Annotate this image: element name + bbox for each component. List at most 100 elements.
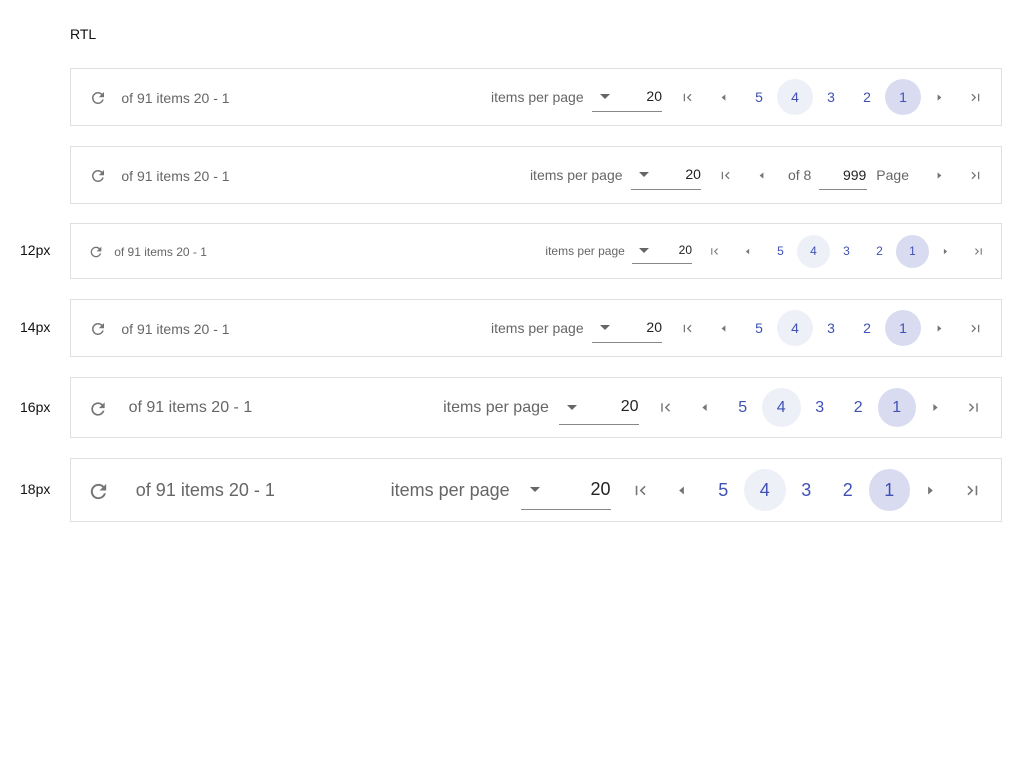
last-page-button[interactable]: [962, 235, 995, 268]
items-per-page-value: 20: [646, 88, 662, 105]
prev-page-button[interactable]: [705, 310, 741, 346]
next-page-icon: [921, 481, 940, 500]
next-page-icon: [932, 168, 947, 183]
first-page-icon: [631, 481, 650, 500]
page-button-2[interactable]: 2: [849, 79, 885, 115]
last-page-button[interactable]: [957, 310, 993, 346]
refresh-button[interactable]: [87, 480, 109, 502]
refresh-button[interactable]: [87, 165, 109, 187]
items-summary: of 91 items 20 - 1: [128, 398, 253, 416]
page-button-1[interactable]: 1: [896, 234, 929, 268]
last-page-button[interactable]: [957, 157, 993, 193]
page-button-5[interactable]: 5: [741, 79, 777, 115]
refresh-icon: [88, 244, 104, 260]
refresh-icon: [88, 399, 108, 419]
page-button-3[interactable]: 3: [830, 235, 863, 268]
paginator: of 91 items 20 - 1 items per page 20 of 8 99…: [70, 146, 1002, 204]
page-button-5[interactable]: 5: [724, 388, 763, 427]
page-button-2[interactable]: 2: [827, 469, 869, 511]
next-page-button[interactable]: [910, 469, 952, 511]
page-button-4[interactable]: 4: [762, 388, 801, 427]
items-per-page-label: items per page: [443, 398, 549, 416]
last-page-button[interactable]: [955, 388, 994, 427]
prev-page-button[interactable]: [685, 388, 724, 427]
chevron-down-icon: [599, 93, 610, 99]
first-page-icon: [680, 321, 695, 336]
page-button-3[interactable]: 3: [786, 469, 828, 511]
pager-controls: items per page 20 of 8 999 Page: [530, 147, 1001, 203]
next-page-button[interactable]: [921, 157, 957, 193]
last-page-button[interactable]: [952, 469, 994, 511]
items-per-page-value: 20: [685, 166, 701, 183]
refresh-icon: [89, 320, 107, 338]
pager-controls: items per page 20 5 4 3 2 1: [443, 378, 1001, 437]
next-page-icon: [932, 90, 947, 105]
page-button-5[interactable]: 5: [703, 469, 745, 511]
pager-controls: items per page 20 5 4 3 2 1: [491, 300, 1001, 356]
items-summary: of 91 items 20 - 1: [135, 480, 275, 501]
first-page-button[interactable]: [647, 388, 686, 427]
page-button-1[interactable]: 1: [877, 388, 916, 427]
first-page-button[interactable]: [620, 469, 662, 511]
items-per-page-select[interactable]: 20: [632, 238, 692, 265]
last-page-icon: [968, 168, 983, 183]
row-size-label: 18px: [20, 481, 51, 497]
row-size-label: 16px: [20, 398, 51, 415]
paginator: of 91 items 20 - 1 items per page 20 5 4 3 2 1: [70, 377, 1002, 438]
items-per-page-select[interactable]: 20: [520, 470, 611, 510]
next-page-button[interactable]: [929, 235, 962, 268]
next-page-button[interactable]: [921, 79, 957, 115]
paginator: of 91 items 20 - 1 items per page 20 5 4 3 2 1: [70, 68, 1002, 126]
page-button-1[interactable]: 1: [885, 79, 921, 115]
page-button-5[interactable]: 5: [764, 235, 797, 268]
items-per-page-select[interactable]: 20: [592, 313, 662, 344]
next-page-icon: [927, 399, 944, 416]
first-page-button[interactable]: [698, 235, 731, 268]
page-button-2[interactable]: 2: [839, 388, 878, 427]
page-button-4[interactable]: 4: [777, 79, 813, 115]
items-per-page-label: items per page: [529, 167, 623, 183]
first-page-button[interactable]: [669, 79, 705, 115]
page-button-4[interactable]: 4: [777, 310, 813, 346]
next-page-button[interactable]: [921, 310, 957, 346]
items-per-page-select[interactable]: 20: [592, 82, 662, 113]
first-page-icon: [657, 399, 674, 416]
page-button-3[interactable]: 3: [813, 310, 849, 346]
page-button-4[interactable]: 4: [797, 234, 830, 268]
prev-page-icon: [741, 245, 754, 258]
prev-page-button[interactable]: [731, 235, 764, 268]
items-per-page-label: items per page: [545, 244, 625, 258]
page-button-4[interactable]: 4: [744, 469, 786, 511]
prev-page-icon: [754, 168, 769, 183]
first-page-icon: [718, 168, 733, 183]
next-page-button[interactable]: [916, 388, 955, 427]
prev-page-button[interactable]: [744, 157, 780, 193]
items-per-page-value: 20: [620, 398, 639, 415]
last-page-button[interactable]: [957, 79, 993, 115]
items-per-page-select[interactable]: 20: [558, 390, 639, 426]
page-number-input[interactable]: 999: [819, 160, 868, 190]
page-button-3[interactable]: 3: [801, 388, 840, 427]
prev-page-button[interactable]: [705, 79, 741, 115]
items-per-page-select[interactable]: 20: [630, 160, 701, 191]
page-button-1[interactable]: 1: [885, 310, 921, 346]
page-button-2[interactable]: 2: [849, 310, 885, 346]
page-button-3[interactable]: 3: [813, 79, 849, 115]
items-per-page-value: 20: [678, 243, 692, 258]
items-per-page-value: 20: [646, 319, 662, 336]
refresh-button[interactable]: [87, 318, 109, 340]
refresh-button[interactable]: [87, 398, 109, 420]
items-summary: of 91 items 20 - 1: [121, 167, 230, 184]
refresh-button[interactable]: [87, 87, 109, 109]
last-page-icon: [965, 399, 982, 416]
refresh-button[interactable]: [85, 241, 107, 263]
prev-page-button[interactable]: [661, 469, 703, 511]
first-page-button[interactable]: [708, 157, 744, 193]
first-page-button[interactable]: [669, 310, 705, 346]
chevron-down-icon: [638, 247, 649, 253]
page-label: Page: [876, 167, 909, 183]
paginator: of 91 items 20 - 1 items per page 20 5 4 3 2 1: [70, 458, 1002, 522]
page-button-5[interactable]: 5: [741, 310, 777, 346]
page-button-2[interactable]: 2: [863, 235, 896, 268]
page-button-1[interactable]: 1: [868, 469, 910, 511]
